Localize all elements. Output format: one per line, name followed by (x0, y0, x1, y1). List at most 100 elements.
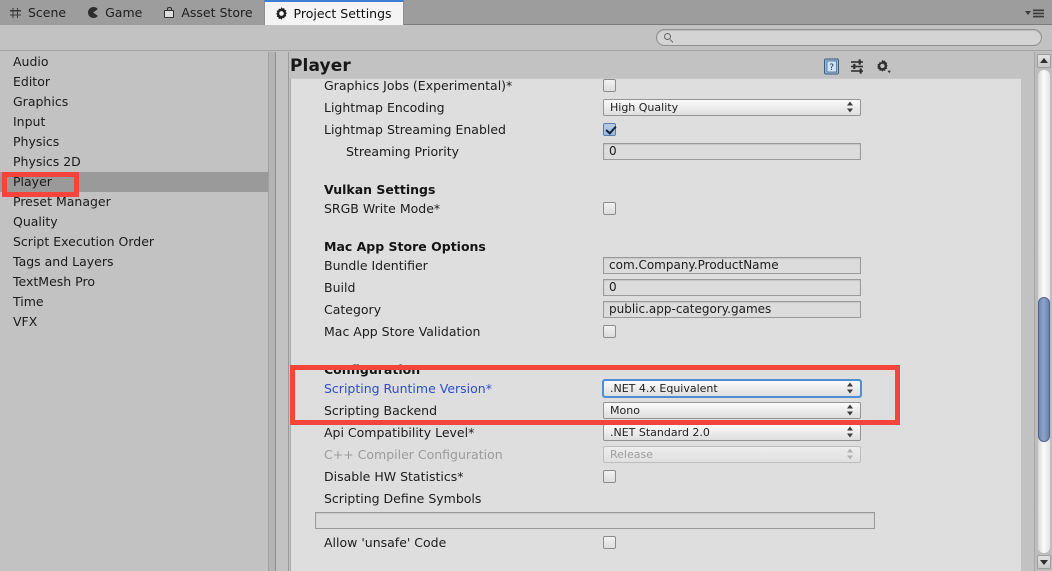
content-vertical-scrollbar[interactable] (1034, 52, 1052, 571)
row-dropdown[interactable]: High Quality (603, 98, 861, 116)
settings-row: Build 0 (291, 276, 1021, 298)
settings-row: Scripting Backend Mono (291, 399, 1021, 421)
tab-scene[interactable]: Scene (0, 0, 78, 25)
tab-project-settings-label: Project Settings (293, 6, 392, 21)
sidebar-item-script-execution-order[interactable]: Script Execution Order (0, 232, 275, 252)
sidebar-item-physics[interactable]: Physics (0, 132, 275, 152)
settings-row: Graphics Jobs (Experimental)* (291, 78, 1021, 96)
search-input[interactable] (676, 30, 1041, 45)
preset-icon[interactable] (849, 58, 866, 75)
tab-project-settings[interactable]: Project Settings (263, 0, 404, 25)
row-dropdown[interactable]: .NET Standard 2.0 (603, 423, 861, 441)
player-settings-panel: Player ? Graphics Jobs (Experimental)* L… (277, 52, 1052, 571)
settings-gear-icon[interactable] (875, 58, 892, 75)
row-spacer (291, 162, 1021, 171)
row-label: Graphics Jobs (Experimental)* (324, 78, 513, 93)
settings-row: Lightmap Streaming Enabled (291, 118, 1021, 140)
section-header: Configuration (291, 351, 1021, 377)
scrollbar-thumb[interactable] (1038, 297, 1050, 442)
sidebar-item-label: Input (13, 114, 46, 129)
sidebar-item-tags-and-layers[interactable]: Tags and Layers (0, 252, 275, 272)
scroll-down-button[interactable] (1037, 555, 1051, 569)
sidebar-item-editor[interactable]: Editor (0, 72, 275, 92)
row-label: Allow 'unsafe' Code (324, 534, 447, 550)
sidebar-item-label: Physics (13, 134, 60, 149)
row-label: Bundle Identifier (324, 257, 428, 273)
settings-row: Allow 'unsafe' Code (291, 531, 1021, 553)
sidebar-item-label: VFX (13, 314, 38, 329)
dropdown-arrows-icon (847, 404, 854, 416)
dropdown-arrows-icon (847, 101, 854, 113)
row-text-value: com.Company.ProductName (609, 258, 779, 272)
settings-row: C++ Compiler Configuration Release (291, 443, 1021, 465)
sidebar-item-label: TextMesh Pro (13, 274, 95, 289)
sidebar-item-player[interactable]: Player (0, 172, 268, 192)
row-checkbox[interactable] (603, 324, 616, 338)
panel-menu-icon[interactable] (1018, 5, 1046, 19)
row-label: SRGB Write Mode* (324, 200, 441, 216)
sidebar-item-time[interactable]: Time (0, 292, 275, 312)
sidebar-item-label: Quality (13, 214, 58, 229)
settings-row: SRGB Write Mode* (291, 197, 1021, 219)
row-label: Lightmap Encoding (324, 99, 445, 115)
help-icon[interactable]: ? (823, 58, 840, 75)
row-checkbox[interactable] (603, 469, 616, 483)
dropdown-arrows-icon (847, 426, 854, 438)
row-spacer (291, 342, 1021, 351)
row-checkbox[interactable] (603, 79, 616, 92)
row-dropdown-value: .NET Standard 2.0 (610, 425, 710, 439)
sidebar-item-audio[interactable]: Audio (0, 52, 275, 72)
panel-toolbar: ? (823, 58, 892, 75)
row-label: Lightmap Streaming Enabled (324, 121, 506, 137)
row-text-field[interactable] (315, 511, 875, 529)
sidebar-item-input[interactable]: Input (0, 112, 275, 132)
sidebar-item-preset-manager[interactable]: Preset Manager (0, 192, 275, 212)
row-text-field[interactable]: 0 (603, 142, 861, 160)
page-title: Player (290, 56, 351, 76)
row-checkbox[interactable] (603, 535, 616, 549)
settings-row: Streaming Priority 0 (291, 140, 1021, 162)
sidebar-item-graphics[interactable]: Graphics (0, 92, 275, 112)
tab-bar: Scene Game Asset Store Project Settings (0, 0, 1052, 25)
search-field[interactable] (656, 29, 1042, 46)
tab-scene-label: Scene (28, 5, 67, 20)
panel-splitter[interactable] (277, 52, 289, 571)
row-dropdown-value: .NET 4.x Equivalent (610, 381, 718, 395)
sidebar-item-label: Preset Manager (13, 194, 111, 209)
sidebar-item-label: Audio (13, 54, 49, 69)
section-header-label: Vulkan Settings (324, 182, 436, 197)
row-checkbox[interactable] (603, 201, 616, 215)
grid-icon (9, 6, 23, 20)
row-label: Disable HW Statistics* (324, 468, 464, 484)
search-icon (662, 31, 676, 45)
row-dropdown[interactable]: Release (603, 445, 861, 463)
row-label: Streaming Priority (346, 143, 460, 159)
sidebar-item-quality[interactable]: Quality (0, 212, 275, 232)
sidebar-item-vfx[interactable]: VFX (0, 312, 275, 332)
settings-row: Disable HW Statistics* (291, 465, 1021, 487)
row-dropdown[interactable]: .NET 4.x Equivalent (602, 378, 862, 398)
row-text-field[interactable]: 0 (603, 278, 861, 296)
row-dropdown[interactable]: Mono (603, 401, 861, 419)
row-checkbox[interactable] (603, 122, 616, 136)
sidebar-item-label: Editor (13, 74, 50, 89)
tab-game[interactable]: Game (77, 0, 154, 25)
row-label: C++ Compiler Configuration (324, 446, 503, 462)
dropdown-arrows-icon (847, 382, 854, 394)
row-text-value: 0 (609, 144, 617, 158)
row-text-field[interactable]: com.Company.ProductName (603, 256, 861, 274)
sidebar-item-label: Time (13, 294, 44, 309)
tab-asset-store-label: Asset Store (181, 5, 253, 20)
row-label: Api Compatibility Level* (324, 424, 475, 440)
sidebar-item-label: Graphics (13, 94, 69, 109)
scroll-up-button[interactable] (1037, 54, 1051, 68)
settings-row: Scripting Runtime Version* .NET 4.x Equiv… (291, 377, 1021, 399)
row-label: Mac App Store Validation (324, 323, 481, 339)
row-dropdown-value: Release (610, 447, 653, 461)
sidebar-item-textmesh-pro[interactable]: TextMesh Pro (0, 272, 275, 292)
sidebar-item-physics-2d[interactable]: Physics 2D (0, 152, 275, 172)
tab-asset-store[interactable]: Asset Store (153, 0, 264, 25)
sidebar-scrollbar[interactable] (268, 52, 275, 571)
row-text-field[interactable]: public.app-category.games (603, 300, 861, 318)
shopping-bag-icon (162, 6, 176, 20)
